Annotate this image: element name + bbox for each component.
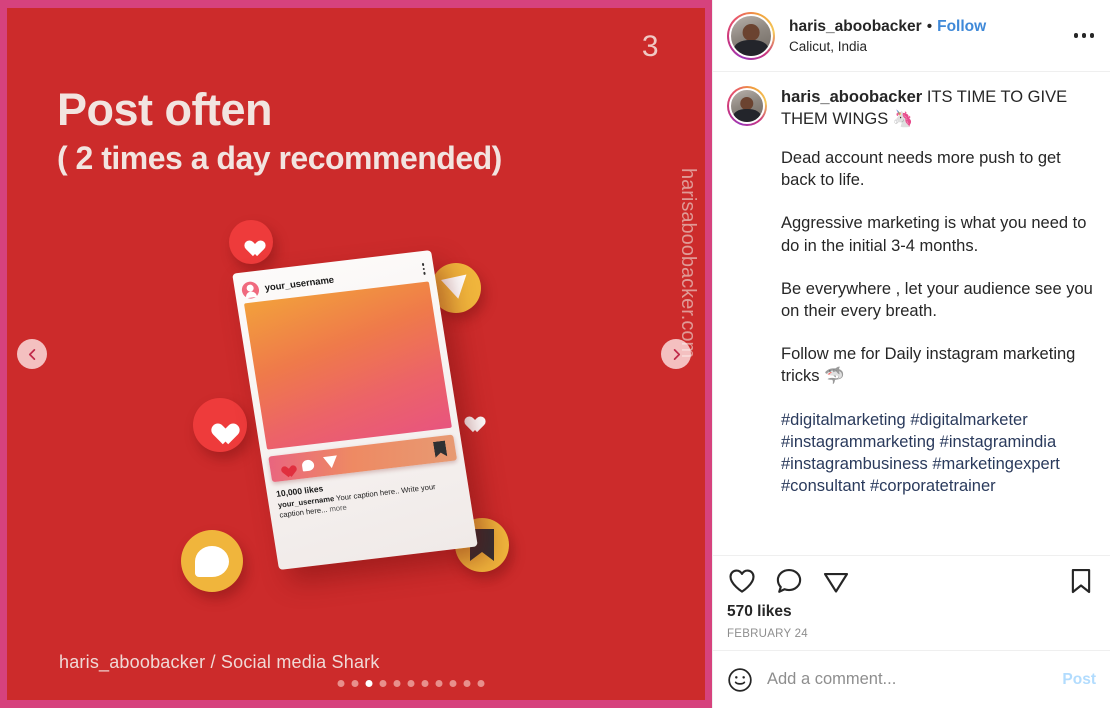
post-comment-button[interactable]: Post bbox=[1062, 671, 1096, 689]
mockup-bookmark-icon bbox=[433, 441, 447, 458]
post-sidebar: haris_aboobacker • Follow Calicut, India bbox=[712, 0, 1110, 708]
comment-input[interactable] bbox=[767, 670, 1049, 689]
share-button[interactable] bbox=[821, 566, 851, 596]
comment-button[interactable] bbox=[774, 566, 804, 596]
mockup-comment-icon bbox=[301, 458, 315, 472]
header-separator: • bbox=[926, 18, 933, 36]
mockup-share-icon bbox=[322, 455, 339, 469]
carousel-dot[interactable] bbox=[407, 680, 415, 687]
floating-heart-icon bbox=[229, 220, 273, 264]
action-icon-row bbox=[727, 566, 1096, 596]
mockup-illustration: your_username 10,000 likes your_username bbox=[167, 208, 567, 638]
chevron-left-icon bbox=[28, 348, 35, 360]
caption-row: haris_aboobacker ITS TIME TO GIVE THEM W… bbox=[727, 86, 1096, 130]
follow-button[interactable]: Follow bbox=[937, 17, 986, 36]
carousel-dot[interactable] bbox=[379, 680, 387, 687]
carousel-next-button[interactable] bbox=[661, 339, 691, 369]
caption-column: haris_aboobacker ITS TIME TO GIVE THEM W… bbox=[781, 86, 1096, 130]
post-media-pane: 3 Post often ( 2 times a day recommended… bbox=[0, 0, 712, 708]
caption-avatar[interactable] bbox=[727, 86, 767, 126]
carousel-dot[interactable] bbox=[351, 680, 359, 687]
carousel-prev-button[interactable] bbox=[17, 339, 47, 369]
mockup-more-options-icon bbox=[421, 263, 428, 275]
mockup-photo bbox=[243, 281, 452, 450]
header-username[interactable]: haris_aboobacker bbox=[789, 17, 922, 36]
post-date: FEBRUARY 24 bbox=[727, 628, 808, 640]
carousel-slide: 3 Post often ( 2 times a day recommended… bbox=[7, 8, 705, 700]
caption-title: haris_aboobacker ITS TIME TO GIVE THEM W… bbox=[781, 86, 1096, 130]
caption-paragraph: Dead account needs more push to get back… bbox=[781, 149, 1061, 190]
carousel-dot[interactable] bbox=[365, 680, 373, 687]
floating-heart-icon bbox=[193, 398, 247, 452]
caption-paragraph: Be everywhere , let your audience see yo… bbox=[781, 279, 1093, 320]
slide-number: 3 bbox=[641, 30, 659, 63]
carousel-dots bbox=[337, 680, 485, 687]
more-options-button[interactable] bbox=[1072, 25, 1097, 46]
caption-paragraph: Aggressive marketing is what you need to… bbox=[781, 214, 1087, 255]
mockup-more-label: more bbox=[328, 502, 348, 514]
mockup-heart-icon bbox=[278, 461, 293, 474]
carousel-dot[interactable] bbox=[463, 680, 471, 687]
save-button[interactable] bbox=[1066, 566, 1096, 596]
header-text: haris_aboobacker • Follow Calicut, India bbox=[789, 17, 1072, 53]
headline-secondary: ( 2 times a day recommended) bbox=[57, 140, 502, 177]
share-icon bbox=[823, 572, 849, 593]
like-button[interactable] bbox=[727, 566, 757, 596]
chevron-right-icon bbox=[673, 348, 680, 360]
mockup-avatar-icon bbox=[240, 280, 261, 300]
carousel-dot[interactable] bbox=[477, 680, 485, 687]
floating-comment-icon bbox=[181, 530, 243, 592]
caption-paragraph: Follow me for Daily instagram marketing … bbox=[781, 344, 1076, 385]
mockup-username: your_username bbox=[263, 274, 335, 294]
carousel-dot[interactable] bbox=[435, 680, 443, 687]
likes-count[interactable]: 570 likes bbox=[727, 603, 1096, 621]
caption-hashtags[interactable]: #digitalmarketing #digitalmarketer #inst… bbox=[781, 409, 1096, 497]
comment-composer: Post bbox=[713, 650, 1110, 708]
caption-paragraphs: Dead account needs more push to get back… bbox=[727, 147, 1096, 497]
bookmark-icon bbox=[1071, 568, 1091, 594]
slide-headline: Post often ( 2 times a day recommended) bbox=[57, 86, 502, 176]
header-location[interactable]: Calicut, India bbox=[789, 39, 1072, 54]
carousel-dot[interactable] bbox=[421, 680, 429, 687]
post-actions: 570 likes FEBRUARY 24 bbox=[713, 555, 1110, 650]
comment-icon bbox=[776, 568, 802, 593]
headline-primary: Post often bbox=[57, 84, 272, 135]
slide-credit: haris_aboobacker / Social media Shark bbox=[59, 652, 380, 672]
watermark-text: harisaboobacker.com bbox=[677, 168, 699, 359]
caption-username[interactable]: haris_aboobacker bbox=[781, 88, 922, 106]
heart-icon bbox=[729, 569, 755, 593]
post-header: haris_aboobacker • Follow Calicut, India bbox=[713, 0, 1110, 72]
carousel-dot[interactable] bbox=[393, 680, 401, 687]
header-avatar[interactable] bbox=[727, 11, 775, 60]
carousel-dot[interactable] bbox=[449, 680, 457, 687]
post-caption-area: haris_aboobacker ITS TIME TO GIVE THEM W… bbox=[713, 72, 1110, 555]
instagram-post: 3 Post often ( 2 times a day recommended… bbox=[0, 0, 1110, 708]
smiley-icon[interactable] bbox=[727, 667, 753, 693]
carousel-dot[interactable] bbox=[337, 680, 345, 687]
